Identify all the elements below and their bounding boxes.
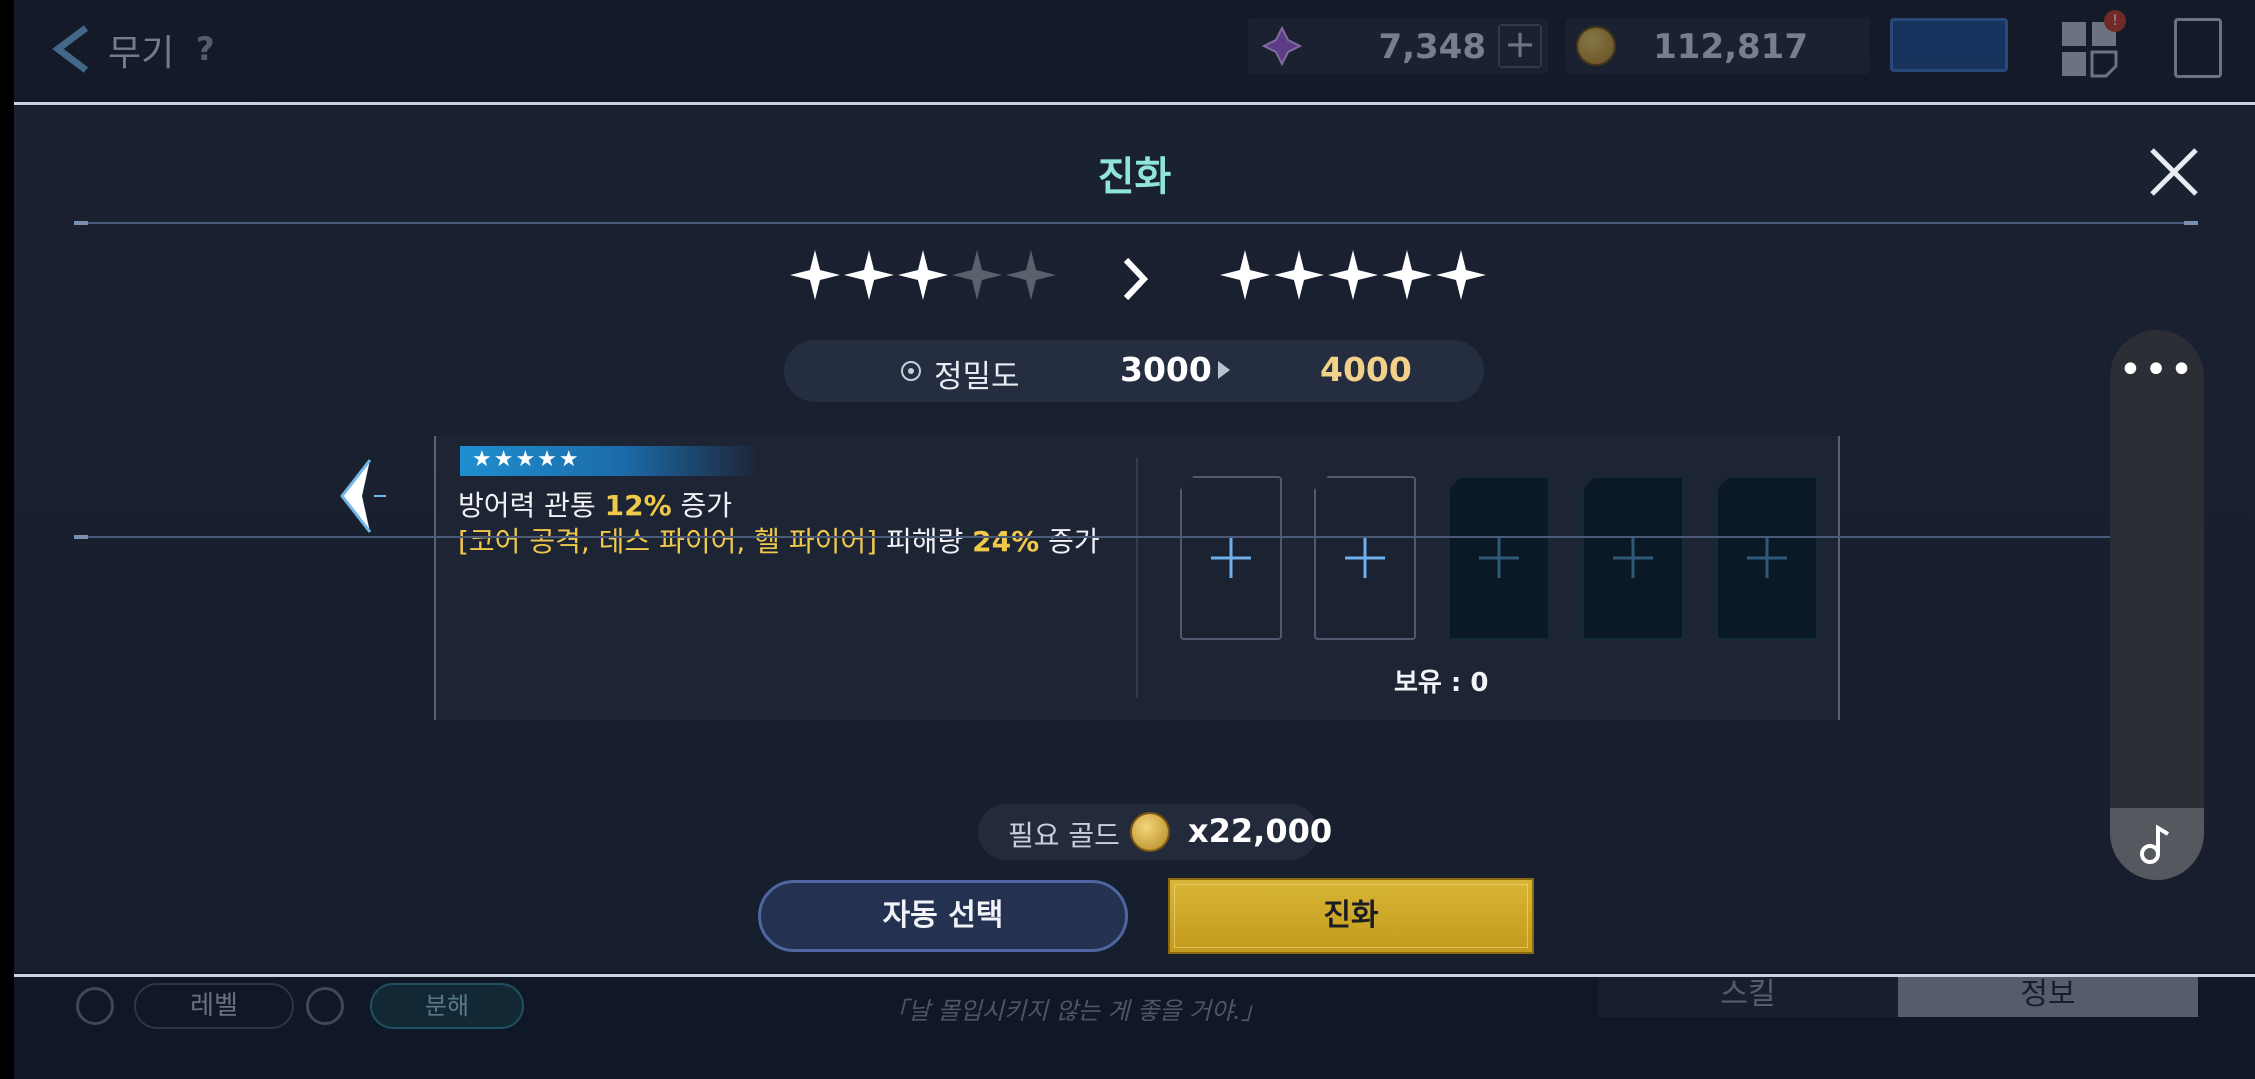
dismantle-button[interactable]: 분해 xyxy=(370,983,524,1029)
gem-counter: 7,348 + xyxy=(1248,18,1548,74)
back-arrow-icon[interactable] xyxy=(48,22,94,76)
evolution-modal: 진화 정밀도 3000 4000 ★★★★★ 방어력 관통 12% 증가 [코어… xyxy=(14,102,2255,977)
evolution-screen: 무기 ? 7,348 + 112,817 ! 레벨 분해 「날 몰입시키지 않는… xyxy=(0,0,2255,1079)
plus-icon xyxy=(1613,538,1653,578)
effect-value: 24% xyxy=(972,525,1040,558)
accuracy-stat: 정밀도 3000 4000 xyxy=(784,340,1484,402)
previous-tier-arrow-icon[interactable] xyxy=(334,456,396,536)
divider-bottom xyxy=(76,536,2116,538)
effect-text: 증가 xyxy=(671,489,733,522)
star-filled-icon xyxy=(788,248,842,302)
help-icon[interactable]: ? xyxy=(196,30,215,68)
effect-skill-tags: [코어 공격, 데스 파이어, 헬 파이어] xyxy=(458,525,878,558)
tier-stars: ★★★★★ xyxy=(472,447,581,472)
current-stars xyxy=(788,248,1058,318)
required-gold-value: x22,000 xyxy=(1188,812,1333,850)
effect-text: 증가 xyxy=(1039,525,1100,558)
floating-toolbar: ••• xyxy=(2110,330,2204,880)
tab-info[interactable]: 정보 xyxy=(1898,975,2198,1017)
required-gold: 필요 골드 x22,000 xyxy=(978,804,1332,860)
required-gold-label: 필요 골드 xyxy=(1008,819,1120,852)
gold-counter: 112,817 xyxy=(1566,18,1870,74)
star-filled-icon xyxy=(1326,248,1380,302)
effect-value: 12% xyxy=(604,489,672,522)
gem-icon xyxy=(1262,26,1302,66)
star-filled-icon xyxy=(1434,248,1488,302)
material-slot xyxy=(1448,476,1550,640)
plus-icon xyxy=(1747,538,1787,578)
close-icon[interactable] xyxy=(2146,144,2202,200)
divider-cap xyxy=(74,221,88,225)
evolution-panel: ★★★★★ 방어력 관통 12% 증가 [코어 공격, 데스 파이어, 헬 파이… xyxy=(434,436,1840,720)
effect-text: 피해량 xyxy=(877,525,973,558)
music-note-icon xyxy=(2140,824,2170,864)
modal-bottom-border xyxy=(14,974,2255,977)
divider-top xyxy=(76,222,2194,224)
level-sort-button[interactable]: 레벨 xyxy=(134,983,294,1029)
modal-title: 진화 xyxy=(1097,154,1172,200)
notification-badge: ! xyxy=(2104,10,2126,32)
accuracy-label: 정밀도 xyxy=(934,359,1020,395)
star-empty-icon xyxy=(950,248,1004,302)
plus-icon xyxy=(1345,538,1385,578)
next-stars xyxy=(1218,248,1488,318)
music-button[interactable] xyxy=(2110,808,2204,880)
tab-skill[interactable]: 스킬 xyxy=(1598,975,1898,1017)
plus-icon xyxy=(1211,538,1251,578)
effect-text: 방어력 관통 xyxy=(458,489,605,522)
gold-amount: 112,817 xyxy=(1653,27,1808,67)
more-options-icon[interactable]: ••• xyxy=(2110,350,2204,390)
gem-amount: 7,348 xyxy=(1378,27,1486,67)
evolve-button[interactable]: 진화 xyxy=(1168,878,1534,954)
panel-divider xyxy=(1136,458,1138,698)
top-bar: 무기 ? 7,348 + 112,817 ! xyxy=(14,0,2255,100)
left-edge xyxy=(0,0,14,1079)
ticket-icon[interactable] xyxy=(1890,18,2008,72)
star-filled-icon xyxy=(1380,248,1434,302)
accuracy-next: 4000 xyxy=(1320,350,1412,389)
star-filled-icon xyxy=(896,248,950,302)
exit-door-icon[interactable] xyxy=(2174,18,2222,78)
star-empty-icon xyxy=(1004,248,1058,302)
material-slot[interactable] xyxy=(1314,476,1416,640)
material-slot xyxy=(1716,476,1818,640)
modal-top-border xyxy=(14,102,2255,105)
crosshair-icon xyxy=(901,361,921,381)
evolve-button-label: 진화 xyxy=(1323,898,1379,933)
bottom-bar: 레벨 분해 「날 몰입시키지 않는 게 좋을 거야.」 스킬 정보 xyxy=(14,975,2255,1079)
weapon-quote: 「날 몰입시키지 않는 게 좋을 거야.」 xyxy=(884,997,1265,1025)
chevron-right-icon xyxy=(1123,257,1149,301)
effect-line-2: [코어 공격, 데스 파이어, 헬 파이어] 피해량 24% 증가 xyxy=(458,520,1100,560)
divider-cap xyxy=(74,535,88,539)
owned-count: 보유 : 0 xyxy=(1394,668,1489,698)
star-filled-icon xyxy=(1272,248,1326,302)
tier-banner: ★★★★★ xyxy=(460,446,760,476)
plus-icon xyxy=(1479,538,1519,578)
effect-line-1: 방어력 관통 12% 증가 xyxy=(458,484,732,524)
star-filled-icon xyxy=(1218,248,1272,302)
auto-select-button[interactable]: 자동 선택 xyxy=(758,880,1128,952)
page-title: 무기 xyxy=(108,33,175,74)
chevron-down-icon[interactable] xyxy=(306,987,344,1025)
divider-cap xyxy=(2184,221,2198,225)
material-slot[interactable] xyxy=(1180,476,1282,640)
accuracy-current: 3000 xyxy=(1120,350,1212,389)
gold-coin-icon xyxy=(1576,26,1616,66)
filter-icon[interactable] xyxy=(76,987,114,1025)
star-filled-icon xyxy=(842,248,896,302)
gold-coin-icon xyxy=(1130,812,1170,852)
arrow-right-icon xyxy=(1218,361,1230,379)
add-gems-button[interactable]: + xyxy=(1498,24,1542,68)
material-slot xyxy=(1582,476,1684,640)
